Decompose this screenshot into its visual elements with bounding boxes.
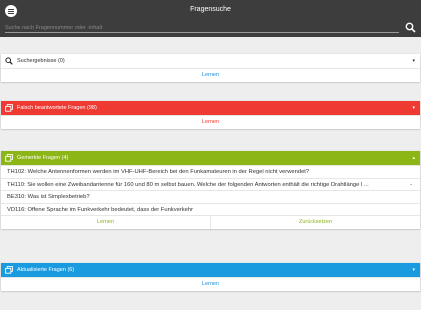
wrong-answers-learn-button[interactable]: Lernen — [1, 116, 420, 129]
question-row[interactable]: VD116: Offene Sprache im Funkverkehr bed… — [1, 202, 420, 216]
question-text: TH110: Sie wollen eine Zweibandantenne f… — [7, 181, 369, 188]
marked-questions-card: Gemerkte Fragen (4) ▴ TH102: Welche Ante… — [1, 151, 420, 229]
app-bar: Fragensuche — [0, 0, 421, 37]
cards-icon — [5, 104, 13, 112]
question-row[interactable]: TH102: Welche Antennenformen werden im V… — [1, 165, 420, 178]
cards-icon — [5, 154, 13, 162]
updated-questions-title: Aktualisierte Fragen (6) — [17, 267, 75, 273]
marked-questions-header[interactable]: Gemerkte Fragen (4) ▴ — [1, 151, 420, 165]
question-text: TH102: Welche Antennenformen werden im V… — [7, 169, 310, 175]
expand-caret-icon[interactable]: ▴ — [412, 155, 415, 161]
search-icon[interactable] — [405, 22, 416, 33]
wrong-answers-card: Falsch beantwortete Fragen (98) ▾ Lernen — [1, 101, 420, 129]
marked-questions-title: Gemerkte Fragen (4) — [17, 155, 69, 161]
updated-questions-header[interactable]: Aktualisierte Fragen (6) ▾ — [1, 263, 420, 277]
marked-reset-button[interactable]: Zurücksetzen — [210, 216, 420, 229]
collapse-caret-icon[interactable]: ▾ — [412, 105, 415, 111]
search-input[interactable] — [5, 23, 399, 33]
wrong-answers-title: Falsch beantwortete Fragen (98) — [17, 105, 97, 111]
question-row[interactable]: TH110: Sie wollen eine Zweibandantenne f… — [1, 177, 420, 191]
search-results-card: Suchergebnisse (0) ▾ Lernen — [1, 54, 420, 82]
question-text: VD116: Offene Sprache im Funkverkehr bed… — [7, 206, 194, 213]
collapse-caret-icon[interactable]: ▾ — [412, 58, 415, 64]
marked-learn-button[interactable]: Lernen — [1, 216, 210, 229]
search-results-header[interactable]: Suchergebnisse (0) ▾ — [1, 54, 420, 68]
collapse-caret-icon[interactable]: ▾ — [412, 267, 415, 273]
question-row[interactable]: BE310: Was ist Simplexbetrieb? — [1, 190, 420, 203]
updated-questions-card: Aktualisierte Fragen (6) ▾ Lernen — [1, 263, 420, 291]
wrong-answers-header[interactable]: Falsch beantwortete Fragen (98) ▾ — [1, 101, 420, 115]
search-results-title: Suchergebnisse (0) — [17, 58, 65, 64]
question-trail: - — [410, 181, 412, 188]
question-text: BE310: Was ist Simplexbetrieb? — [7, 194, 90, 200]
page-title: Fragensuche — [190, 6, 231, 13]
cards-icon — [5, 266, 13, 274]
updated-learn-button[interactable]: Lernen — [1, 278, 420, 291]
search-results-learn-button[interactable]: Lernen — [1, 69, 420, 82]
search-icon — [5, 57, 13, 65]
